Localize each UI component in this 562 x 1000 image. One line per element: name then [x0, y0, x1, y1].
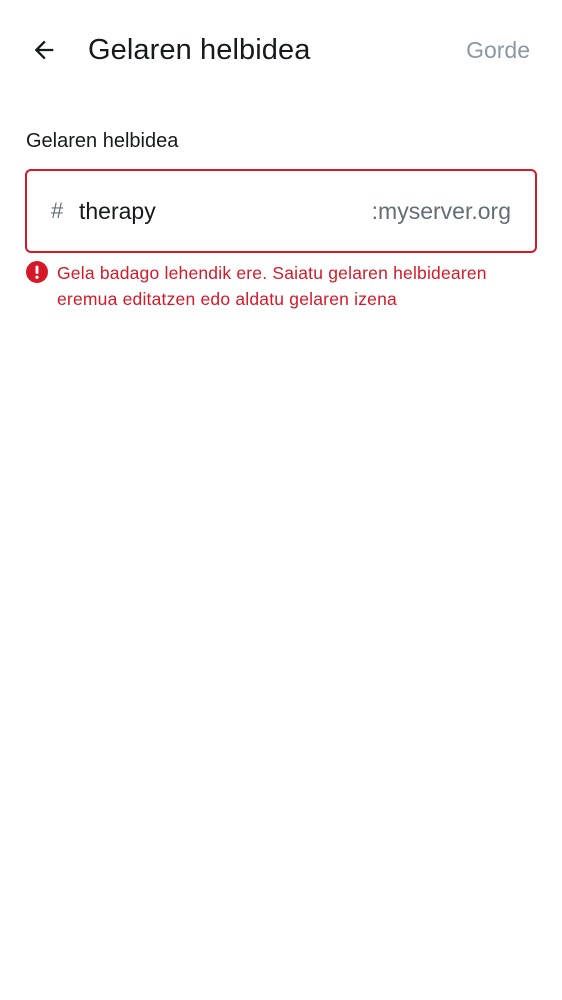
- error-message: Gela badago lehendik ere. Saiatu gelaren…: [57, 263, 487, 309]
- field-label: Gelaren helbidea: [26, 130, 179, 152]
- error-circle-icon: [26, 261, 48, 283]
- save-button[interactable]: Gorde: [466, 34, 530, 66]
- server-suffix: :myserver.org: [371, 198, 511, 224]
- room-alias-input[interactable]: [79, 193, 339, 229]
- edit-room-address-screen: Gelaren helbidea Gorde Gelaren helbidea …: [0, 0, 562, 1000]
- alias-prefix: #: [51, 198, 64, 223]
- page-title: Gelaren helbidea: [88, 34, 311, 66]
- arrow-left-icon: [34, 40, 54, 60]
- room-alias-field[interactable]: # :myserver.org: [25, 169, 537, 253]
- back-button[interactable]: [22, 28, 66, 72]
- top-app-bar: Gelaren helbidea Gorde: [0, 0, 562, 100]
